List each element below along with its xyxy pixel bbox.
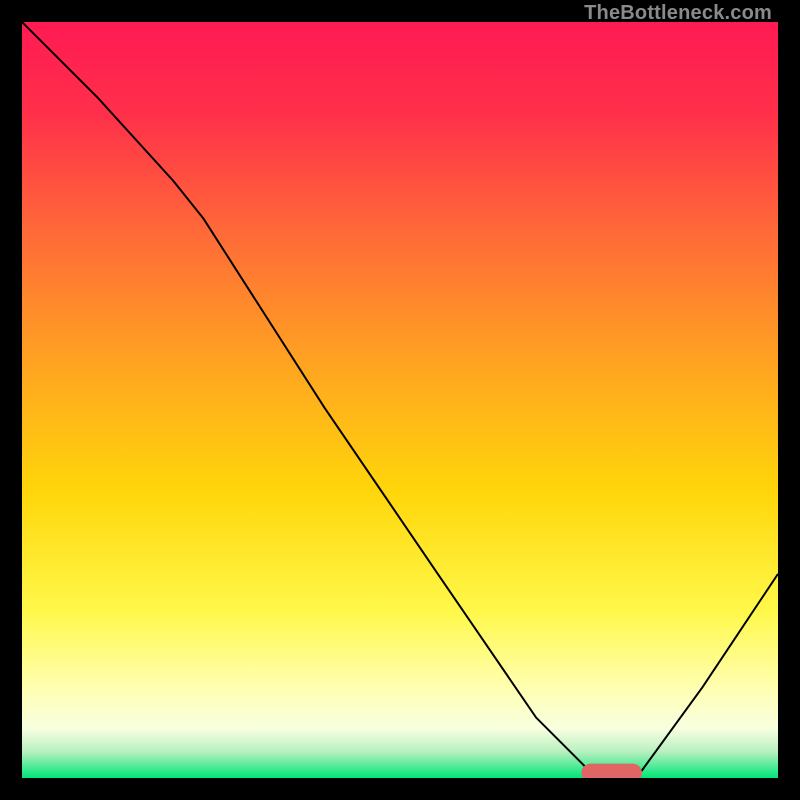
chart-frame — [22, 22, 778, 778]
chart-background — [22, 22, 778, 778]
chart-svg — [22, 22, 778, 778]
optimal-marker — [581, 764, 641, 778]
